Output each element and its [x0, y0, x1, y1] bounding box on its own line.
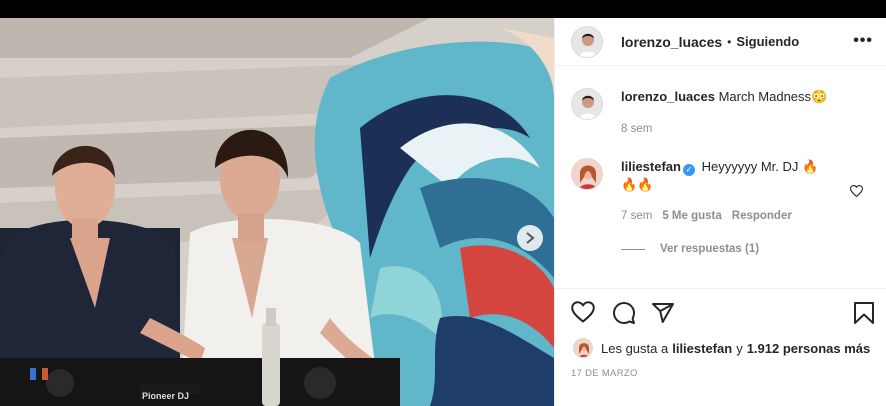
- caption-time[interactable]: 8 sem: [621, 123, 652, 135]
- caption-body: March Madness: [718, 89, 812, 104]
- verified-badge-icon: ✓: [682, 164, 695, 176]
- comment-likes[interactable]: 5 Me gusta: [662, 210, 721, 222]
- header-separator: •: [727, 34, 732, 49]
- caption-meta: 8 sem: [621, 123, 652, 135]
- caption-avatar[interactable]: [571, 88, 603, 120]
- chevron-right-icon: [526, 232, 535, 244]
- view-replies-label: Ver respuestas (1): [660, 243, 760, 255]
- caption-username[interactable]: lorenzo_luaces: [621, 89, 715, 104]
- comment-emoji: 🔥: [802, 159, 819, 174]
- top-bar: [0, 0, 886, 18]
- comment-like-heart-icon[interactable]: [849, 184, 864, 202]
- following-button[interactable]: Siguiendo: [736, 34, 799, 49]
- comment-bubble-icon[interactable]: [612, 301, 636, 330]
- comment-time[interactable]: 7 sem: [621, 210, 652, 222]
- save-bookmark-icon[interactable]: [853, 301, 875, 330]
- post-date[interactable]: 17 DE MARZO: [571, 368, 638, 379]
- likes-summary: Les gusta a liliestefan y 1.912 personas…: [573, 338, 874, 358]
- reply-button[interactable]: Responder: [732, 210, 792, 222]
- comment-body: Heyyyyyy Mr. DJ: [701, 159, 799, 174]
- comments-list: lorenzo_luaces March Madness😳 8 sem lili…: [555, 66, 886, 288]
- commenter-avatar[interactable]: [571, 158, 603, 190]
- author-avatar[interactable]: [571, 25, 603, 58]
- comment-emoji-line2: 🔥🔥: [621, 177, 654, 192]
- likes-prefix: Les gusta a: [601, 340, 669, 356]
- post-header: lorenzo_luaces • Siguiendo •••: [555, 18, 886, 66]
- view-replies-button[interactable]: Ver respuestas (1): [621, 243, 759, 255]
- comment-text: liliestefan ✓ Heyyyyyy Mr. DJ 🔥 🔥🔥: [621, 158, 857, 194]
- comment-meta: 7 sem 5 Me gusta Responder: [621, 210, 792, 222]
- comment-row: liliestefan ✓ Heyyyyyy Mr. DJ 🔥 🔥🔥: [571, 158, 857, 194]
- caption-text: lorenzo_luaces March Madness😳: [621, 88, 857, 120]
- caption-emoji: 😳: [811, 89, 828, 104]
- liker-avatar[interactable]: [573, 338, 593, 358]
- commenter-username[interactable]: liliestefan: [621, 159, 681, 174]
- share-send-icon[interactable]: [651, 301, 675, 330]
- post-actions: Les gusta a liliestefan y 1.912 personas…: [555, 288, 886, 406]
- post-side-panel: lorenzo_luaces • Siguiendo ••• lorenzo_l…: [554, 18, 886, 406]
- author-username[interactable]: lorenzo_luaces: [621, 34, 722, 50]
- mixer-brand-label: Pioneer DJ: [142, 391, 190, 401]
- replies-divider: [621, 248, 645, 250]
- caption-row: lorenzo_luaces March Madness😳: [571, 88, 857, 120]
- like-heart-icon[interactable]: [571, 301, 595, 328]
- photo-illustration: [0, 18, 554, 406]
- more-options-button[interactable]: •••: [853, 32, 873, 50]
- likes-connector: y: [736, 340, 743, 356]
- liker-username[interactable]: liliestefan: [672, 341, 732, 356]
- next-photo-button[interactable]: [517, 225, 543, 251]
- likes-count[interactable]: 1.912 personas más: [747, 341, 871, 356]
- post-photo[interactable]: Pioneer DJ: [0, 18, 554, 406]
